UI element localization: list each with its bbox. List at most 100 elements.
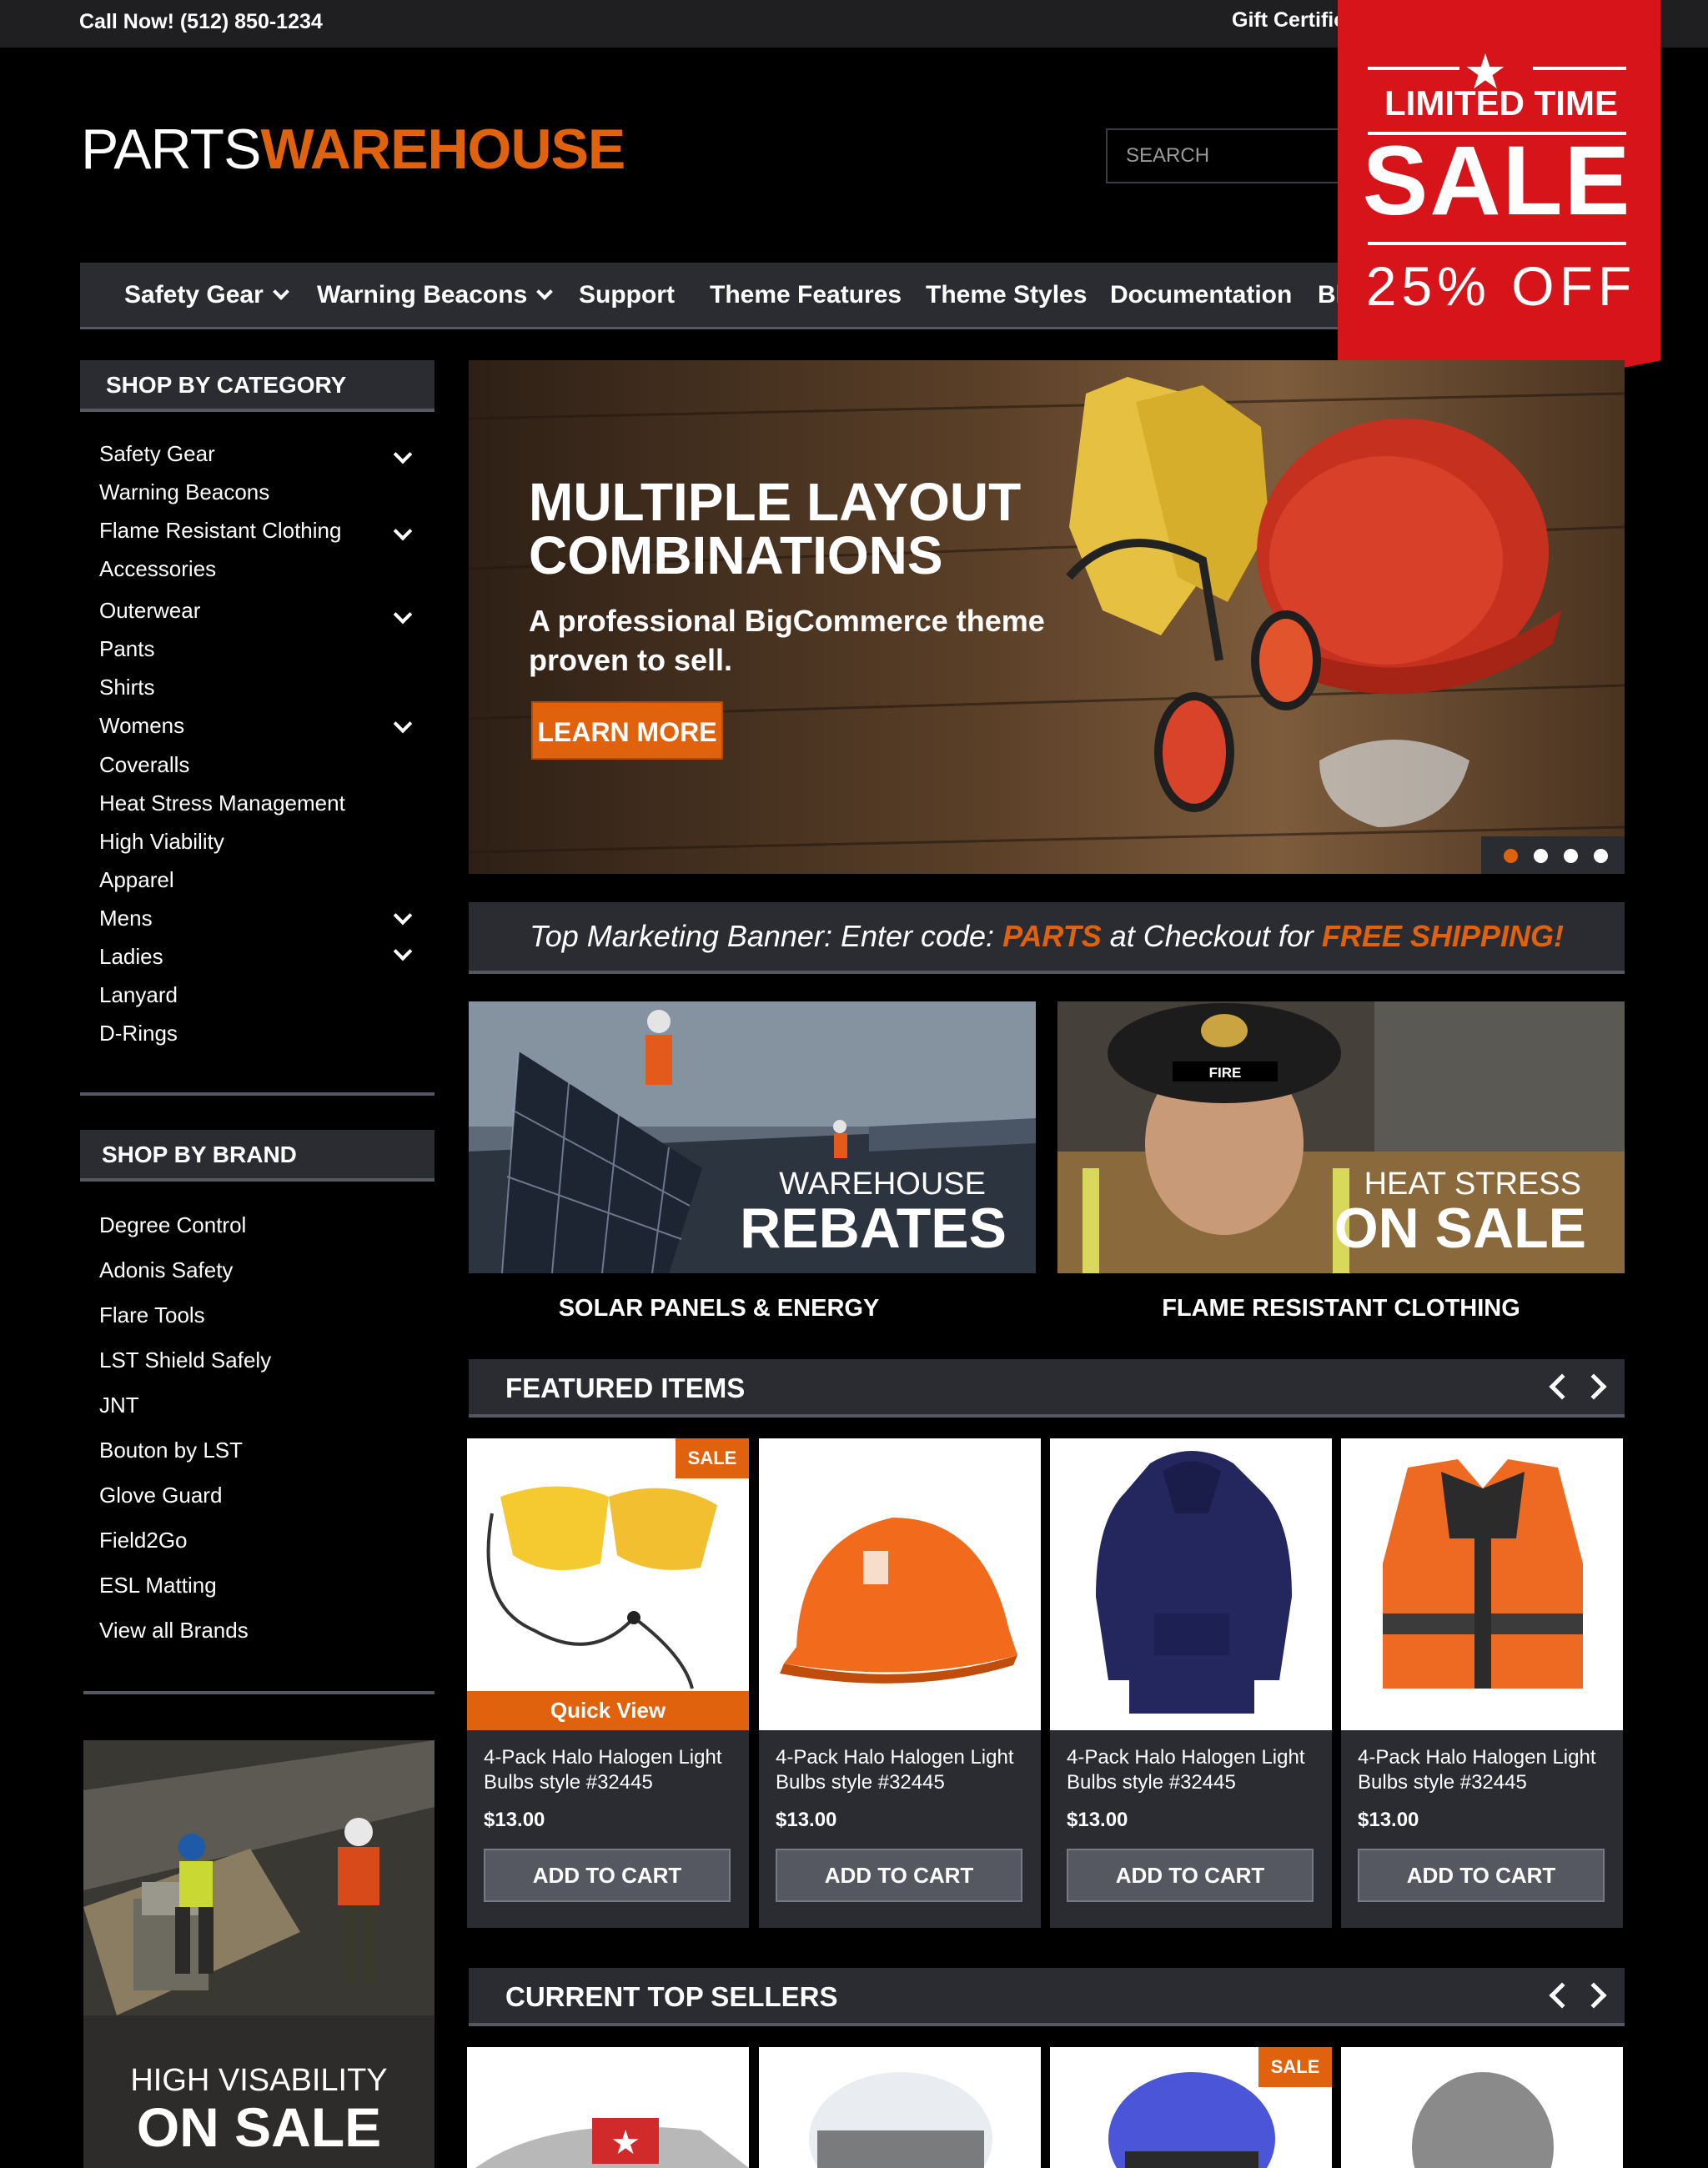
nav-theme-features[interactable]: Theme Features: [710, 263, 902, 327]
category-item[interactable]: Warning Beacons: [99, 479, 269, 505]
helmet-label: FIRE: [1209, 1065, 1242, 1081]
category-item[interactable]: Accessories: [99, 556, 216, 582]
hoodie-image: [1096, 1451, 1292, 1714]
chevron-down-icon[interactable]: [393, 714, 413, 734]
quick-view-button[interactable]: Quick View: [467, 1691, 749, 1730]
add-to-cart-button[interactable]: ADD TO CART: [776, 1849, 1022, 1902]
arrow-left-icon[interactable]: [1549, 1982, 1575, 2009]
category-item[interactable]: Outerwear: [99, 598, 200, 624]
logo-parts: PARTS: [81, 118, 261, 181]
chevron-down-icon: [272, 284, 289, 300]
add-to-cart-button[interactable]: ADD TO CART: [1358, 1849, 1605, 1902]
sale-badge: SALE: [676, 1438, 749, 1478]
hard-hat-image: [780, 1518, 1017, 1684]
learn-more-button[interactable]: LEARN MORE: [531, 701, 723, 760]
nav-support[interactable]: Support: [579, 263, 675, 327]
nav-safety-gear[interactable]: Safety Gear: [124, 263, 289, 327]
brand-item[interactable]: LST Shield Safely: [99, 1347, 271, 1373]
sidebar-divider: [80, 1092, 435, 1096]
product-price: $13.00: [1067, 1809, 1128, 1831]
slide-dot-active[interactable]: [1504, 849, 1518, 863]
life-vest-image: [1383, 1459, 1583, 1689]
product-card[interactable]: [1341, 2047, 1623, 2168]
brand-item[interactable]: Adonis Safety: [99, 1257, 233, 1283]
flame-resistant-caption[interactable]: FLAME RESISTANT CLOTHING: [1057, 1295, 1625, 1322]
product-card[interactable]: [759, 2047, 1041, 2168]
category-item[interactable]: High Viability: [99, 829, 224, 855]
chevron-down-icon[interactable]: [393, 521, 413, 541]
product-card[interactable]: ★: [467, 2047, 749, 2168]
add-to-cart-button[interactable]: ADD TO CART: [1067, 1849, 1314, 1902]
nav-label: Safety Gear: [124, 281, 264, 309]
arrow-left-icon[interactable]: [1549, 1373, 1575, 1400]
chevron-down-icon[interactable]: [393, 941, 413, 961]
category-item[interactable]: Coveralls: [99, 752, 189, 778]
category-item[interactable]: Ladies: [99, 944, 163, 970]
site-logo[interactable]: PARTSWAREHOUSE: [81, 121, 625, 178]
category-item[interactable]: Pants: [99, 636, 155, 662]
nav-warning-beacons[interactable]: Warning Beacons: [317, 263, 554, 327]
category-item[interactable]: Flame Resistant Clothing: [99, 518, 341, 544]
category-item[interactable]: Safety Gear: [99, 441, 215, 467]
product-image[interactable]: [1050, 1438, 1332, 1730]
product-image[interactable]: [1341, 1438, 1623, 1730]
ribbon-divider: [1533, 67, 1626, 70]
product-card[interactable]: 4-Pack Halo Halogen Light Bulbs style #3…: [1050, 1438, 1332, 1928]
product-card[interactable]: 4-Pack Halo Halogen Light Bulbs style #3…: [1341, 1438, 1623, 1928]
category-item[interactable]: Lanyard: [99, 982, 178, 1008]
solar-panels-caption[interactable]: SOLAR PANELS & ENERGY: [435, 1295, 1002, 1322]
product-card[interactable]: SALE Quick View 4-Pack Halo Halogen Ligh…: [467, 1438, 749, 1928]
nav-theme-styles[interactable]: Theme Styles: [926, 263, 1087, 327]
beanie-image: [1412, 2072, 1554, 2168]
category-item[interactable]: Shirts: [99, 675, 154, 700]
product-card[interactable]: SALE: [1050, 2047, 1332, 2168]
brand-item[interactable]: ESL Matting: [99, 1573, 217, 1598]
brand-item[interactable]: View all Brands: [99, 1618, 249, 1644]
add-to-cart-button[interactable]: ADD TO CART: [484, 1849, 731, 1902]
shop-by-category-heading: SHOP BY CATEGORY: [80, 360, 435, 412]
nav-documentation[interactable]: Documentation: [1110, 263, 1292, 327]
product-name[interactable]: 4-Pack Halo Halogen Light Bulbs style #3…: [1067, 1745, 1317, 1795]
slide-dot[interactable]: [1534, 849, 1548, 863]
sale-badge: SALE: [1258, 2047, 1332, 2087]
chevron-down-icon: [536, 284, 554, 300]
product-card[interactable]: 4-Pack Halo Halogen Light Bulbs style #3…: [759, 1438, 1041, 1928]
product-name[interactable]: 4-Pack Halo Halogen Light Bulbs style #3…: [776, 1745, 1026, 1795]
section-title: CURRENT TOP SELLERS: [505, 1981, 838, 2012]
brand-item[interactable]: JNT: [99, 1393, 139, 1418]
category-item[interactable]: Apparel: [99, 867, 174, 893]
category-item[interactable]: Womens: [99, 713, 184, 739]
ribbon-limited-text: LIMITED TIME: [1384, 83, 1618, 123]
heat-stress-promo[interactable]: FIRE HEAT STRESS ON SALE: [1057, 1001, 1625, 1273]
product-name[interactable]: 4-Pack Halo Halogen Light Bulbs style #3…: [484, 1745, 734, 1795]
arrow-right-icon[interactable]: [1580, 1373, 1607, 1400]
cap-image: ★: [475, 2118, 749, 2168]
slide-dot[interactable]: [1594, 849, 1608, 863]
category-item[interactable]: Heat Stress Management: [99, 790, 345, 816]
brand-item[interactable]: Degree Control: [99, 1212, 246, 1238]
promo-code: PARTS: [1002, 919, 1102, 953]
brand-item[interactable]: Bouton by LST: [99, 1438, 243, 1463]
svg-text:★: ★: [610, 2124, 640, 2162]
arrow-right-icon[interactable]: [1580, 1982, 1607, 2009]
brand-item[interactable]: Glove Guard: [99, 1483, 222, 1508]
chevron-down-icon[interactable]: [393, 444, 413, 464]
phone-number[interactable]: Call Now! (512) 850-1234: [79, 10, 323, 34]
marketing-banner: Top Marketing Banner: Enter code: PARTS …: [469, 902, 1625, 974]
category-item[interactable]: D-Rings: [99, 1021, 178, 1046]
product-image[interactable]: SALE Quick View: [467, 1438, 749, 1730]
product-name[interactable]: 4-Pack Halo Halogen Light Bulbs style #3…: [1358, 1745, 1608, 1795]
chevron-down-icon[interactable]: [393, 906, 413, 926]
hero-title-line: MULTIPLE LAYOUT: [529, 472, 1022, 532]
ribbon-divider: [1368, 242, 1626, 245]
brand-item[interactable]: Field2Go: [99, 1528, 188, 1553]
category-item[interactable]: Mens: [99, 906, 153, 931]
slide-dot[interactable]: [1564, 849, 1578, 863]
brand-item[interactable]: Flare Tools: [99, 1302, 205, 1328]
rebates-promo[interactable]: WAREHOUSE REBATES: [469, 1001, 1036, 1273]
ribbon-discount-text: 25% OFF: [1365, 255, 1637, 317]
product-image[interactable]: [759, 1438, 1041, 1730]
high-visibility-promo[interactable]: HIGH VISABILITY ON SALE: [83, 1740, 435, 2168]
search-input[interactable]: [1106, 128, 1373, 183]
chevron-down-icon[interactable]: [393, 605, 413, 625]
